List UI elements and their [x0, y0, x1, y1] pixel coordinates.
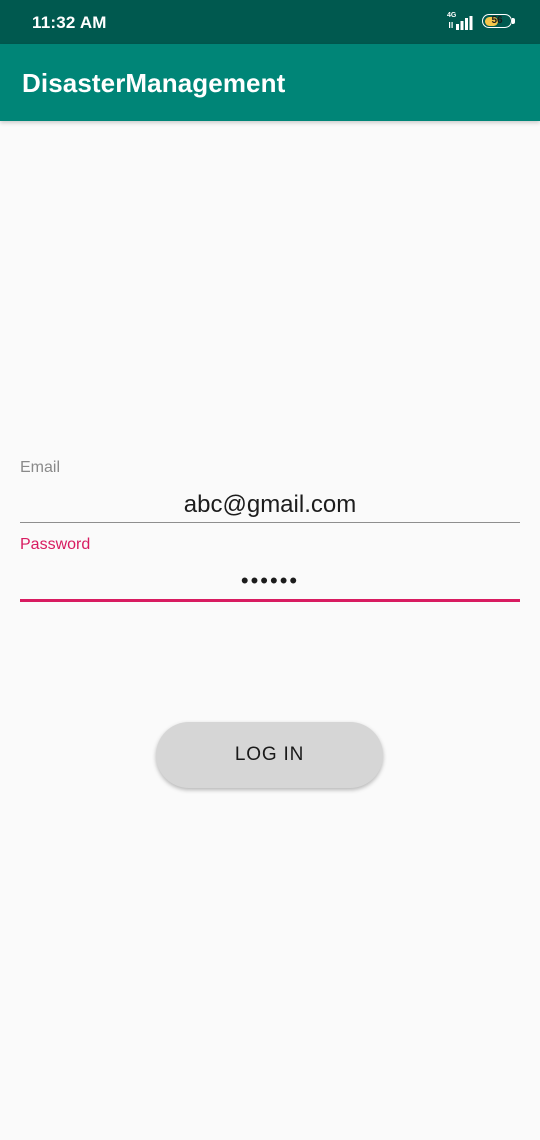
battery-level-text: 56: [491, 15, 503, 26]
password-label: Password: [20, 536, 91, 553]
network-indicator: 4G: [447, 12, 475, 32]
status-time: 11:32 AM: [32, 13, 107, 32]
battery-cap: [512, 18, 515, 24]
status-bar: 11:32 AM 4G 56: [0, 0, 540, 44]
battery-icon: 56: [482, 14, 516, 30]
email-field[interactable]: [20, 487, 520, 523]
password-field[interactable]: [20, 562, 520, 602]
app-title: DisasterManagement: [22, 68, 286, 98]
signal-icon: [449, 16, 473, 30]
status-icons: 4G 56: [447, 12, 516, 32]
app-bar: DisasterManagement: [0, 44, 540, 121]
login-button[interactable]: LOG IN: [156, 722, 383, 788]
email-label: Email: [20, 459, 61, 476]
